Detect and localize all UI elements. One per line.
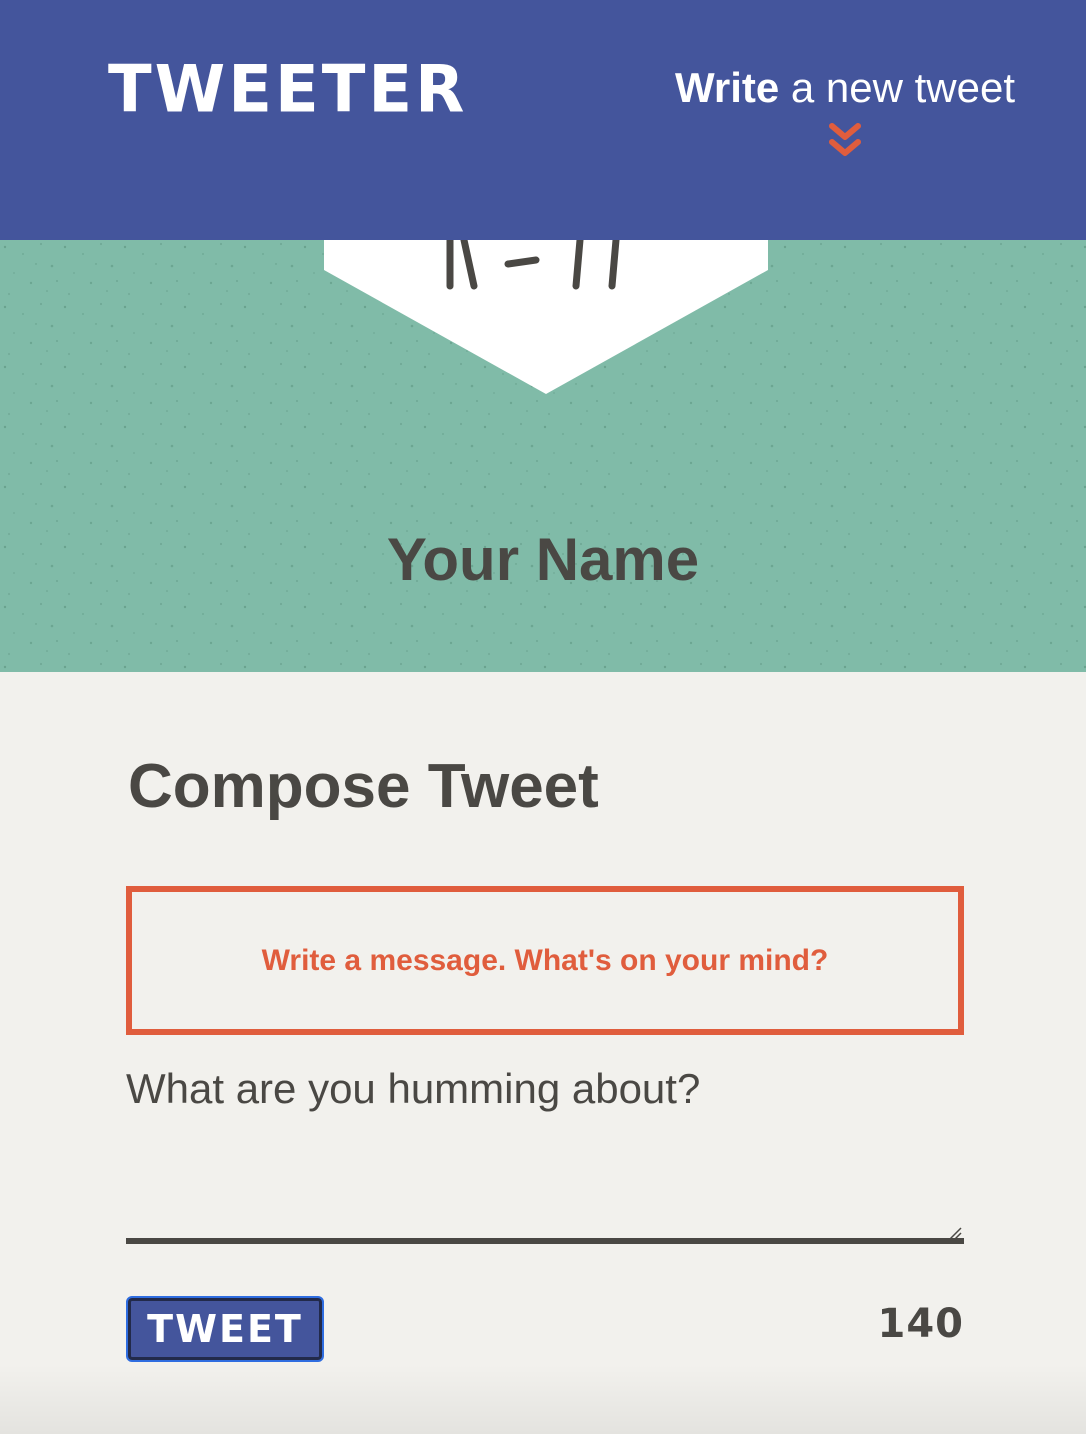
- tweet-button[interactable]: TWEET: [126, 1296, 324, 1362]
- error-message-text: Write a message. What's on your mind?: [261, 943, 829, 977]
- tweet-textarea[interactable]: [126, 1064, 964, 1244]
- resize-handle-icon[interactable]: [946, 1224, 962, 1240]
- compose-title: Compose Tweet: [128, 752, 599, 821]
- app-logo[interactable]: TWEETER: [108, 51, 467, 129]
- compose-tweet-section: Compose Tweet Write a message. What's on…: [0, 672, 1086, 1434]
- write-new-tweet-toggle[interactable]: Write a new tweet: [660, 60, 1030, 160]
- top-nav: TWEETER Write a new tweet: [0, 0, 1086, 240]
- profile-header: Your Name: [0, 240, 1086, 672]
- avatar: [324, 240, 768, 394]
- double-chevron-down-icon: [829, 123, 861, 156]
- write-new-tweet-label: Write a new tweet: [674, 64, 1016, 111]
- profile-name: Your Name: [386, 526, 700, 593]
- error-message-box: Write a message. What's on your mind?: [126, 886, 964, 1035]
- bottom-shadow: [0, 1364, 1086, 1434]
- character-counter: 140: [877, 1301, 964, 1347]
